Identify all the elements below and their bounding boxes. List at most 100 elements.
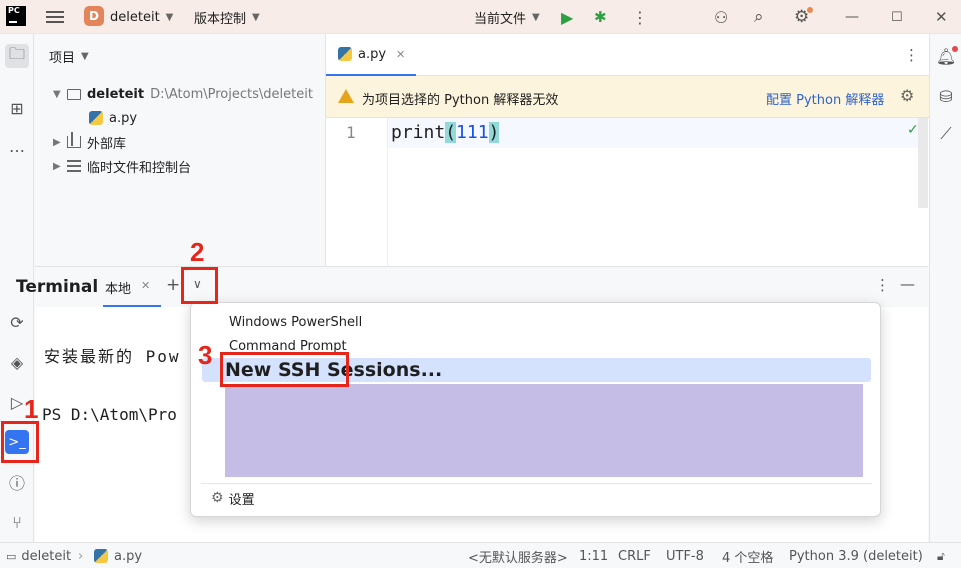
run-config-selector[interactable]: 当前文件 ▼ xyxy=(474,0,540,34)
folder-icon xyxy=(67,88,81,100)
lock-icon[interactable]: 🔓︎ xyxy=(937,543,945,568)
maximize-button[interactable]: ☐ xyxy=(891,0,903,34)
file-name: a.py xyxy=(109,110,138,126)
tree-root[interactable]: ▼ deleteit D:\Atom\Projects\deleteit xyxy=(53,83,313,105)
code-paren-close: ) xyxy=(488,122,500,143)
project-panel: 项目 ▼ ▼ deleteit D:\Atom\Projects\deletei… xyxy=(35,34,324,266)
annotation-box-2 xyxy=(181,267,218,304)
external-libs-label: 外部库 xyxy=(87,136,127,152)
project-panel-title: 项目 xyxy=(49,50,76,66)
warning-text: 为项目选择的 Python 解释器无效 xyxy=(362,93,559,108)
annotation-number-3: 3 xyxy=(198,340,213,370)
code-function: print xyxy=(391,122,446,143)
warning-icon xyxy=(338,89,354,103)
terminal-tab-close-icon[interactable]: ✕ xyxy=(141,279,150,292)
problems-icon[interactable]: ⓘ xyxy=(5,470,29,494)
tree-scratches[interactable]: ▶ 临时文件和控制台 xyxy=(53,155,191,177)
tab-a-py[interactable]: a.py ✕ xyxy=(326,34,416,76)
menu-item-settings[interactable]: ⚙ 设置 xyxy=(211,487,255,509)
menu-item-label: Windows PowerShell xyxy=(229,314,363,330)
tab-label: a.py xyxy=(358,46,387,62)
project-name: deleteit xyxy=(110,9,160,25)
close-button[interactable]: ✕ xyxy=(935,0,948,34)
status-line-separator[interactable]: CRLF xyxy=(618,543,651,568)
vcs-label: 版本控制 xyxy=(194,11,247,27)
code-area[interactable]: 1 print(111) ✓ xyxy=(326,118,929,266)
right-tool-strip: 🔔︎ ⛁ ⟋ xyxy=(929,34,961,542)
notification-dot xyxy=(952,46,958,52)
main-menu-icon[interactable] xyxy=(46,9,64,25)
project-badge[interactable]: D xyxy=(84,6,104,26)
code-number: 111 xyxy=(456,122,489,143)
annotation-number-1: 1 xyxy=(24,394,39,424)
configure-interpreter-link[interactable]: 配置 Python 解释器 xyxy=(766,89,884,108)
status-project-name: deleteit xyxy=(21,548,72,564)
add-user-icon[interactable]: ⚇ xyxy=(714,0,728,34)
project-folder-icon[interactable]: 🗀 xyxy=(5,44,29,68)
banner-settings-gear-icon[interactable]: ⚙ xyxy=(900,86,914,105)
terminal-header: Terminal 本地 ✕ + ∨ ⋮ — xyxy=(16,267,928,307)
terminal-line-1: 安装最新的 Pow xyxy=(44,347,181,366)
git-icon[interactable]: ⑂ xyxy=(5,510,29,534)
editor-tab-bar: a.py ✕ ⋮ xyxy=(326,34,929,76)
chevron-down-icon: ▼ xyxy=(81,50,89,62)
more-actions-icon[interactable]: ⋮ xyxy=(632,0,648,34)
new-tab-plus-icon[interactable]: + xyxy=(166,275,180,295)
line-number: 1 xyxy=(346,123,356,142)
scientific-view-icon[interactable]: ⟋ xyxy=(934,122,958,146)
chevron-down-icon: ▼ xyxy=(252,11,260,23)
status-bar: ▭ deleteit › a.py <无默认服务器> 1:11 CRLF UTF… xyxy=(0,542,961,568)
ssh-sessions-list-area[interactable] xyxy=(225,384,863,477)
code-line[interactable]: print(111) xyxy=(388,118,918,148)
expand-arrow-icon: ▼ xyxy=(53,88,61,100)
root-name: deleteit xyxy=(87,86,145,102)
tree-external-libs[interactable]: ▶ 外部库 xyxy=(53,131,126,153)
expand-arrow-icon: ▶ xyxy=(53,136,61,148)
structure-icon[interactable]: ⊞ xyxy=(5,96,29,120)
menu-item-windows-powershell[interactable]: Windows PowerShell xyxy=(229,311,362,333)
database-icon[interactable]: ⛁ xyxy=(934,84,958,108)
editor-more-icon[interactable]: ⋮ xyxy=(904,46,919,64)
settings-gear-icon: ⚙ xyxy=(211,490,224,506)
status-interpreter[interactable]: Python 3.9 (deleteit) xyxy=(789,543,923,568)
settings-gear-icon[interactable]: ⚙ xyxy=(794,0,809,34)
status-file-name: a.py xyxy=(114,548,143,564)
terminal-minimize-icon[interactable]: — xyxy=(900,275,915,293)
chevron-down-icon: ▼ xyxy=(532,11,540,23)
code-text: print(111) xyxy=(391,122,500,143)
inspection-ok-icon[interactable]: ✓ xyxy=(907,122,919,138)
status-server[interactable]: <无默认服务器> xyxy=(468,543,568,568)
new-session-dropdown: Windows PowerShell Command Prompt New SS… xyxy=(190,302,881,517)
editor-scrollbar[interactable] xyxy=(918,118,928,208)
run-icon[interactable]: ▶ xyxy=(561,0,573,34)
title-bar: PC D deleteit ▼ 版本控制 ▼ 当前文件 ▼ ▶ ✱ ⋮ ⚇ ⌕ … xyxy=(0,0,961,34)
breadcrumb-separator-icon: › xyxy=(78,548,84,564)
debug-icon[interactable]: ✱ xyxy=(594,0,607,34)
terminal-tab-label: 本地 xyxy=(105,282,132,297)
menu-item-label: 设置 xyxy=(228,492,255,508)
interpreter-warning-banner: 为项目选择的 Python 解释器无效 配置 Python 解释器 ⚙ xyxy=(326,76,929,118)
status-indent[interactable]: 4 个空格 xyxy=(722,543,773,568)
pycharm-logo: PC xyxy=(6,6,26,26)
search-icon[interactable]: ⌕ xyxy=(754,0,764,34)
library-icon xyxy=(67,132,81,148)
layers-icon[interactable]: ◈ xyxy=(5,350,29,374)
status-encoding[interactable]: UTF-8 xyxy=(666,543,704,568)
project-panel-header[interactable]: 项目 ▼ xyxy=(49,45,89,67)
notification-dot xyxy=(807,7,813,13)
terminal-more-icon[interactable]: ⋮ xyxy=(875,276,890,294)
project-selector[interactable]: deleteit ▼ xyxy=(110,0,173,34)
tab-close-icon[interactable]: ✕ xyxy=(396,48,405,61)
python-file-icon xyxy=(94,549,108,563)
terminal-tab-local[interactable]: 本地 ✕ xyxy=(103,267,161,307)
status-caret-position[interactable]: 1:11 xyxy=(579,543,608,568)
vcs-menu[interactable]: 版本控制 ▼ xyxy=(194,0,260,34)
status-project-breadcrumb[interactable]: ▭ deleteit xyxy=(6,543,71,568)
minimize-button[interactable]: — xyxy=(845,0,859,34)
editor: a.py ✕ ⋮ 为项目选择的 Python 解释器无效 配置 Python 解… xyxy=(325,34,929,266)
more-tools-icon[interactable]: … xyxy=(5,134,29,158)
tree-file-item[interactable]: a.py xyxy=(89,107,137,129)
python-console-icon[interactable]: ⟳ xyxy=(5,310,29,334)
terminal-title: Terminal xyxy=(16,277,99,297)
status-file-breadcrumb[interactable]: a.py xyxy=(94,543,142,568)
